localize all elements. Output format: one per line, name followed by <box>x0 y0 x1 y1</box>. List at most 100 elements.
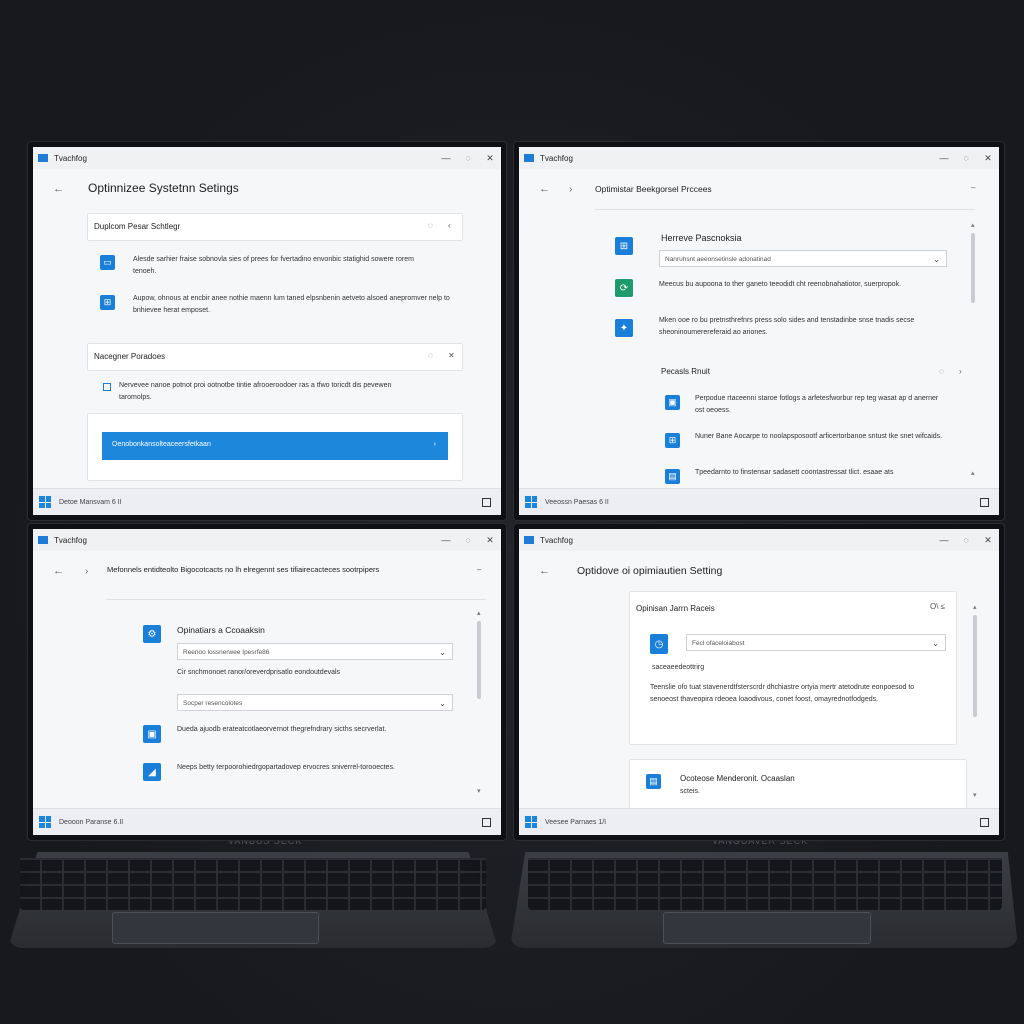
taskbar-text: Veeossn Paesas 6 II <box>545 498 609 506</box>
divider <box>595 209 975 210</box>
card-controls[interactable]: O\ ≤ <box>930 602 945 611</box>
show-desktop-icon[interactable] <box>980 817 989 827</box>
setting-description: Neeps betty terpoorohiedrgopartadovep er… <box>177 764 395 771</box>
menu-icon[interactable]: – <box>477 565 481 574</box>
back-arrow-icon[interactable]: ← <box>539 565 550 577</box>
window-title: Tvachfog <box>54 535 87 545</box>
card-body: Teenslie ofo tuat stavenerdtfsterscrdr d… <box>650 684 915 703</box>
helper-text: Cir snchmonoet ranor/oreverdprisatlo eon… <box>177 669 341 676</box>
title-bar: Tvachfog — ◌ ✕ <box>519 529 999 551</box>
optimize-button[interactable]: Oenobonkansolteaceersfetkaan › <box>102 432 448 460</box>
maximize-button[interactable]: ◌ <box>955 153 977 163</box>
scroll-up-icon[interactable]: ▴ <box>971 221 975 229</box>
frequency-select[interactable]: Fecl ofaceloiabost ⌄ <box>686 634 946 651</box>
keyboard-left <box>20 858 486 910</box>
scroll-down-icon[interactable]: ▴ <box>971 469 975 477</box>
show-desktop-icon[interactable] <box>482 497 491 507</box>
select-value: Socper resencolotes <box>183 700 243 707</box>
minimize-button[interactable]: — <box>435 535 457 545</box>
scroll-down-icon[interactable]: ▾ <box>973 791 977 799</box>
window-background-processes: Tvachfog — ◌ ✕ ← › Optimistar Beekgorsel… <box>514 142 1004 520</box>
close-button[interactable]: ✕ <box>977 535 999 546</box>
minimize-button[interactable]: — <box>933 153 955 163</box>
list-icon: ▤ <box>665 469 680 484</box>
card-header-duplicate[interactable]: Duplcom Pesar Schtlegr ◌ ‹ <box>87 213 463 241</box>
close-icon[interactable]: ✕ <box>448 351 455 360</box>
window-title: Tvachfog <box>540 153 573 163</box>
menu-icon[interactable]: – <box>971 183 975 192</box>
card-title: Opinisan Jarrn Raceis <box>636 604 715 613</box>
back-arrow-icon[interactable]: ← <box>539 183 550 195</box>
setting-description: Aupow, ohnous at encbir anee nothie maen… <box>133 295 450 314</box>
select-value: Reenoo lossnerwee Ipesrfe86 <box>183 649 270 656</box>
resources-select[interactable]: Socper resencolotes ⌄ <box>177 694 453 711</box>
list-icon: ▤ <box>646 774 661 789</box>
divider <box>107 599 485 600</box>
scroll-up-icon[interactable]: ▴ <box>973 603 977 611</box>
panel-title: Herreve Pascnoksia <box>661 233 742 243</box>
window-icon: ▣ <box>143 725 161 743</box>
title-bar: Tvachfog — ◌ ✕ <box>33 529 501 551</box>
chevron-icon[interactable]: › <box>959 367 962 376</box>
toggle-icon[interactable]: ◌ <box>428 221 433 230</box>
card-header-processes[interactable]: Nacegner Poradoes ◌ ✕ <box>87 343 463 371</box>
settings-tile-icon: ⚙ <box>143 625 161 643</box>
checkbox[interactable] <box>103 383 111 391</box>
card-subtext: scteis. <box>680 788 700 795</box>
window-optimization-panel: Tvachfog — ◌ ✕ ← › Mefonnels entidteolto… <box>28 524 506 840</box>
bottom-card: ▤ Ocoteose Menderonit. Ocaaslan scteis. <box>629 759 967 811</box>
apps-icon: ⊞ <box>665 433 680 448</box>
scrollbar[interactable] <box>971 233 975 303</box>
taskbar: Veesee Parnaes 1/I <box>519 808 999 835</box>
select-value: Nanruhsnt aeeonsetinsle adonatinad <box>665 256 771 263</box>
sync-icon: ⟳ <box>615 279 633 297</box>
page-title: Optinnizee Systetnn Setings <box>88 181 239 195</box>
more-icon[interactable]: ‹ <box>448 221 451 230</box>
forward-arrow-icon[interactable]: › <box>569 184 572 195</box>
mode-select[interactable]: Reenoo lossnerwee Ipesrfe86 ⌄ <box>177 643 453 660</box>
show-desktop-icon[interactable] <box>482 817 491 827</box>
chevron-right-icon: › <box>433 441 436 448</box>
start-icon[interactable] <box>39 816 51 828</box>
chevron-down-icon: ⌄ <box>932 639 939 648</box>
section-title: Pecasls Rnuit <box>661 367 710 376</box>
minimize-button[interactable]: — <box>435 153 457 163</box>
app-icon <box>524 154 534 162</box>
card-title: Duplcom Pesar Schtlegr <box>94 222 181 231</box>
apps-icon: ⊞ <box>100 295 115 310</box>
close-button[interactable]: ✕ <box>479 153 501 164</box>
minimize-button[interactable]: — <box>933 535 955 545</box>
start-icon[interactable] <box>525 496 537 508</box>
pin-icon: ✦ <box>615 319 633 337</box>
scrollbar[interactable] <box>973 615 977 717</box>
setting-description: Alesde sarhier fraise sobnovla sies of p… <box>133 256 414 275</box>
process-row: Perpodue rtaceenni staroe fotlogs a arfe… <box>695 395 939 414</box>
scrollbar[interactable] <box>477 621 481 699</box>
title-bar: Tvachfog — ◌ ✕ <box>519 147 999 169</box>
maximize-button[interactable]: ◌ <box>457 153 479 163</box>
toggle-icon[interactable]: ◌ <box>939 367 944 376</box>
maximize-button[interactable]: ◌ <box>955 535 977 545</box>
scroll-up-icon[interactable]: ▴ <box>477 609 481 617</box>
page-title: Optimistar Beekgorsel Prccees <box>595 184 712 194</box>
maximize-button[interactable]: ◌ <box>457 535 479 545</box>
scroll-down-icon[interactable]: ▾ <box>477 787 481 795</box>
forward-arrow-icon[interactable]: › <box>85 566 88 577</box>
start-icon[interactable] <box>525 816 537 828</box>
setting-description: Mken ooe ro bu pretnsthrefnrs press solo… <box>659 317 915 336</box>
process-select[interactable]: Nanruhsnt aeeonsetinsle adonatinad ⌄ <box>659 250 947 267</box>
start-icon[interactable] <box>39 496 51 508</box>
toggle-icon[interactable]: ◌ <box>428 351 433 360</box>
process-row: Nuner Bane Aocarpe to noolapsposootf arf… <box>695 433 943 440</box>
process-row: Tpeedarnto to finstensar sadasett coonta… <box>695 469 894 476</box>
window-system-settings: Tvachfog — ◌ ✕ ← Optinnizee Systetnn Set… <box>28 142 506 520</box>
card-title: Ocoteose Menderonit. Ocaaslan <box>680 774 795 783</box>
taskbar: Veeossn Paesas 6 II <box>519 488 999 515</box>
show-desktop-icon[interactable] <box>980 497 989 507</box>
taskbar-text: Detoe Mansvam 6 II <box>59 498 122 506</box>
back-arrow-icon[interactable]: ← <box>53 565 64 577</box>
back-arrow-icon[interactable]: ← <box>53 183 64 195</box>
close-button[interactable]: ✕ <box>977 153 999 164</box>
close-button[interactable]: ✕ <box>479 535 501 546</box>
chevron-down-icon: ⌄ <box>439 648 446 657</box>
